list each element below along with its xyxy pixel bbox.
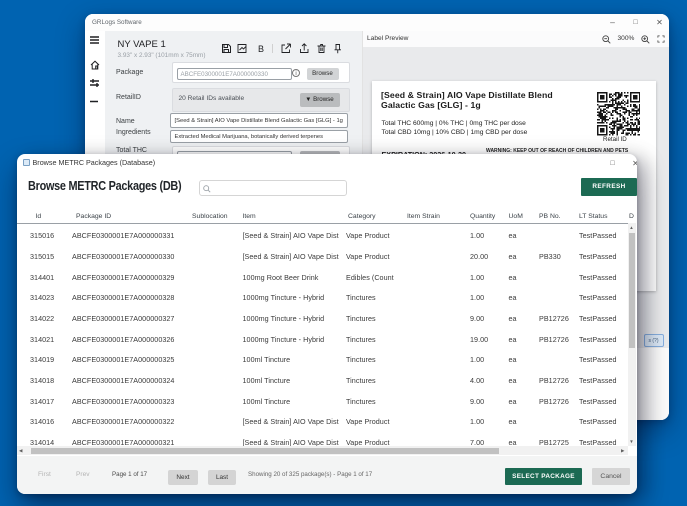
svg-text:B: B: [258, 44, 264, 54]
